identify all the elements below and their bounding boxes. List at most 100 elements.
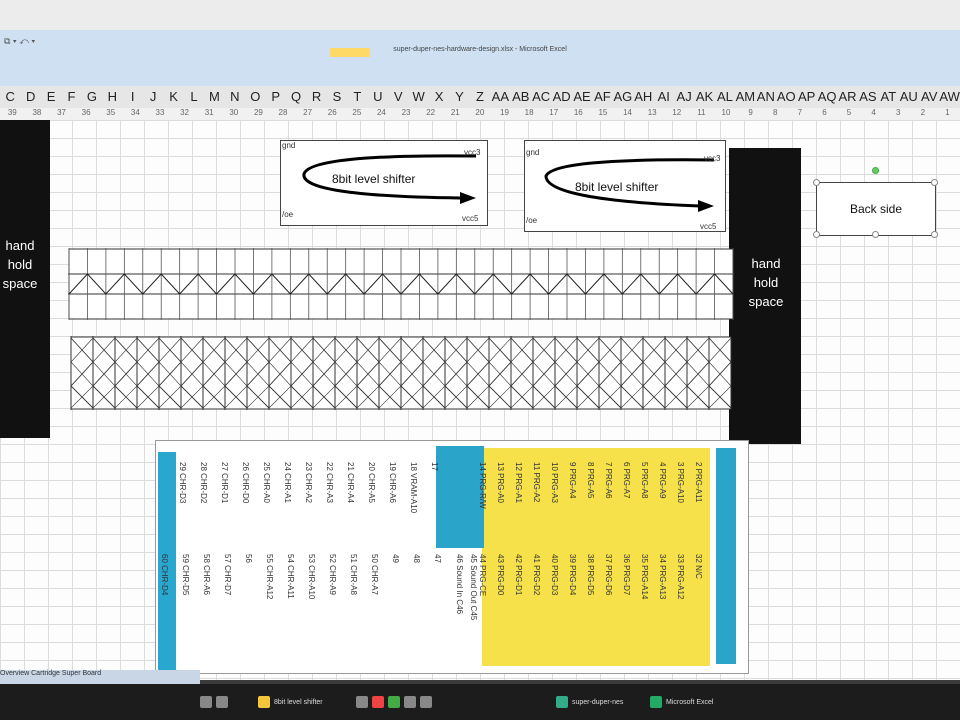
column-number: 19	[500, 108, 509, 117]
column-header[interactable]: H	[102, 86, 122, 108]
pin-label-chr: 58 CHR-A6	[202, 554, 211, 595]
column-number: 9	[748, 108, 753, 117]
column-header[interactable]: AG	[613, 86, 633, 108]
pin-label-chr: 48	[412, 554, 421, 563]
resize-handle[interactable]	[813, 231, 820, 238]
connector-strip-bottom[interactable]	[70, 336, 732, 410]
column-header[interactable]: M	[204, 86, 224, 108]
column-header[interactable]: AW	[939, 86, 959, 108]
column-number: 31	[204, 108, 214, 117]
column-header[interactable]: P	[265, 86, 285, 108]
column-header[interactable]: AE	[572, 86, 592, 108]
column-header[interactable]: AL	[715, 86, 735, 108]
column-header[interactable]: AR	[837, 86, 857, 108]
column-header[interactable]: AA	[490, 86, 510, 108]
column-header[interactable]: E	[41, 86, 61, 108]
column-number: 13	[647, 108, 657, 117]
column-header[interactable]: AI	[654, 86, 674, 108]
column-header[interactable]: S	[327, 86, 347, 108]
column-header[interactable]: U	[368, 86, 388, 108]
column-header[interactable]: X	[429, 86, 449, 108]
pin-label-prg: 37 PRG-D6	[604, 554, 613, 596]
column-header[interactable]: C	[0, 86, 20, 108]
column-header[interactable]: AD	[551, 86, 571, 108]
column-header[interactable]: R	[306, 86, 326, 108]
column-header[interactable]: N	[225, 86, 245, 108]
column-number: 18	[524, 108, 534, 117]
resize-handle[interactable]	[931, 231, 938, 238]
shifter2-gnd: gnd	[526, 148, 540, 157]
pin-label-prg: 42 PRG-D1	[514, 554, 523, 596]
taskbar	[0, 684, 960, 720]
column-header[interactable]: G	[82, 86, 102, 108]
column-header[interactable]: AM	[735, 86, 756, 108]
column-header[interactable]: V	[388, 86, 408, 108]
column-number: 11	[697, 108, 706, 117]
column-number: 14	[623, 108, 632, 117]
column-header[interactable]: AU	[899, 86, 919, 108]
column-header[interactable]: AF	[592, 86, 612, 108]
column-number: 21	[450, 108, 460, 117]
column-header[interactable]: T	[347, 86, 367, 108]
column-header[interactable]: J	[143, 86, 163, 108]
column-number: 15	[598, 108, 608, 117]
column-header[interactable]: AS	[858, 86, 878, 108]
taskbar-item-excel[interactable]: Microsoft Excel	[650, 692, 713, 712]
shifter2-label: 8bit level shifter	[575, 180, 659, 194]
pin-label-chr: 52 CHR-A9	[328, 554, 337, 595]
resize-handle[interactable]	[931, 179, 938, 186]
column-header[interactable]: AO	[776, 86, 796, 108]
pin-label-prg: 32 N/C	[694, 554, 703, 579]
taskbar-app-icons[interactable]	[356, 692, 432, 712]
column-number: 30	[229, 108, 239, 117]
taskbar-item-shifter[interactable]: 8bit level shifter	[258, 692, 323, 712]
shifter1-oe: /oe	[282, 210, 294, 219]
column-header[interactable]: AK	[694, 86, 714, 108]
column-number: 3	[896, 108, 901, 117]
column-header[interactable]: L	[184, 86, 204, 108]
column-header[interactable]: W	[408, 86, 428, 108]
blue-cell	[436, 446, 484, 548]
rotate-handle[interactable]	[872, 167, 879, 174]
sheet-tabs[interactable]: Overview Cartridge Super Board	[0, 670, 200, 684]
column-header[interactable]: AT	[878, 86, 898, 108]
column-header[interactable]: O	[245, 86, 265, 108]
column-header[interactable]: AV	[919, 86, 939, 108]
column-header[interactable]: I	[123, 86, 143, 108]
taskbar-item-excel-file[interactable]: super-duper-nes	[556, 692, 623, 712]
column-number: 16	[573, 108, 583, 117]
top-bezel	[0, 0, 960, 32]
pin-label-sound: 46 Sound In C46	[455, 554, 464, 615]
column-header[interactable]: AQ	[817, 86, 837, 108]
resize-handle[interactable]	[813, 179, 820, 186]
column-number: 7	[797, 108, 803, 117]
column-header[interactable]: AJ	[674, 86, 694, 108]
column-header[interactable]: F	[61, 86, 81, 108]
pin-label-prg: 38 PRG-D5	[586, 554, 595, 596]
pin-label-prg: 39 PRG-D4	[568, 554, 577, 596]
ribbon	[0, 30, 960, 87]
start-search-icons[interactable]	[200, 692, 228, 712]
column-header[interactable]: K	[163, 86, 183, 108]
column-header[interactable]: AB	[511, 86, 531, 108]
connector-strip-top[interactable]	[68, 248, 734, 320]
column-header[interactable]: Z	[470, 86, 490, 108]
pin-label-chr: 56	[244, 554, 253, 563]
column-header[interactable]: AH	[633, 86, 653, 108]
resize-handle[interactable]	[872, 231, 879, 238]
column-headers[interactable]: C D E F G H I J K L M N O P Q R S T U V W X Y Z AA AB AC AD AE AF AG AH…	[0, 86, 960, 109]
window-title: super-duper-nes-hardware-design.xlsx - M…	[393, 46, 567, 53]
pin-label-chr: 54 CHR-A11	[286, 554, 295, 599]
column-number: 33	[155, 108, 165, 117]
column-header[interactable]: Y	[449, 86, 469, 108]
pin-label-chr: 57 CHR-D7	[223, 554, 232, 596]
column-header[interactable]: AC	[531, 86, 551, 108]
column-number: 39	[7, 108, 17, 117]
column-number: 34	[130, 108, 140, 117]
column-header[interactable]: Q	[286, 86, 306, 108]
column-header[interactable]: D	[20, 86, 40, 108]
column-number: 22	[426, 108, 436, 117]
column-header[interactable]: AN	[756, 86, 776, 108]
back-side-shape[interactable]: Back side	[816, 182, 936, 236]
column-header[interactable]: AP	[796, 86, 816, 108]
